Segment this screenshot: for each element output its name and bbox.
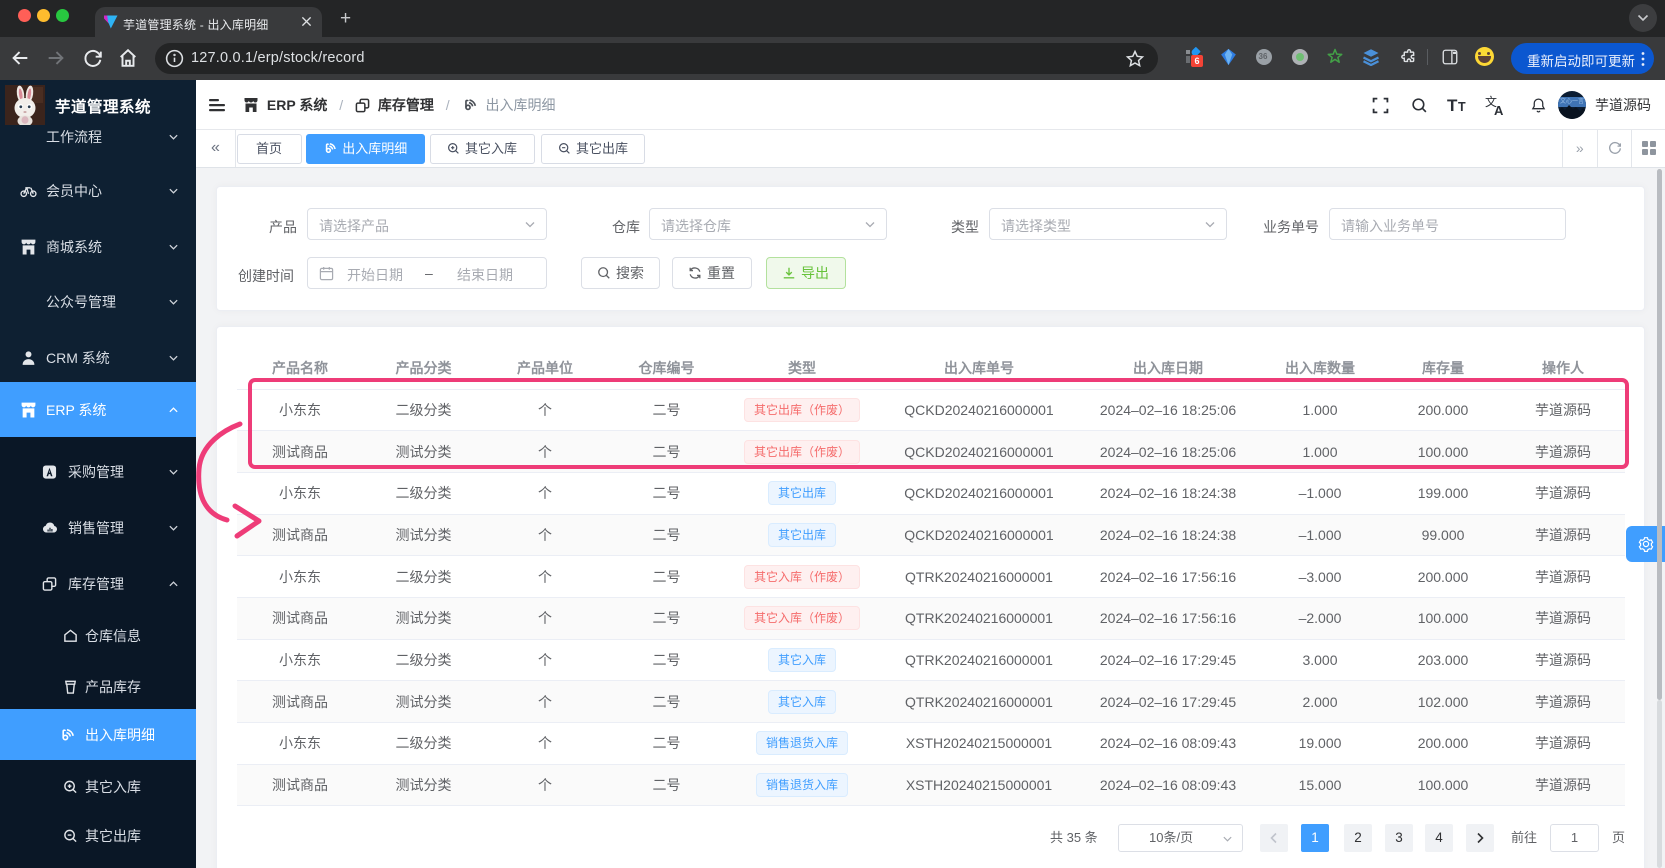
svg-text:T: T [1447, 96, 1458, 115]
svg-text:文心一言: 文心一言 [1560, 97, 1584, 105]
svg-text:A: A [1494, 103, 1504, 116]
svg-text:T: T [1458, 100, 1466, 114]
